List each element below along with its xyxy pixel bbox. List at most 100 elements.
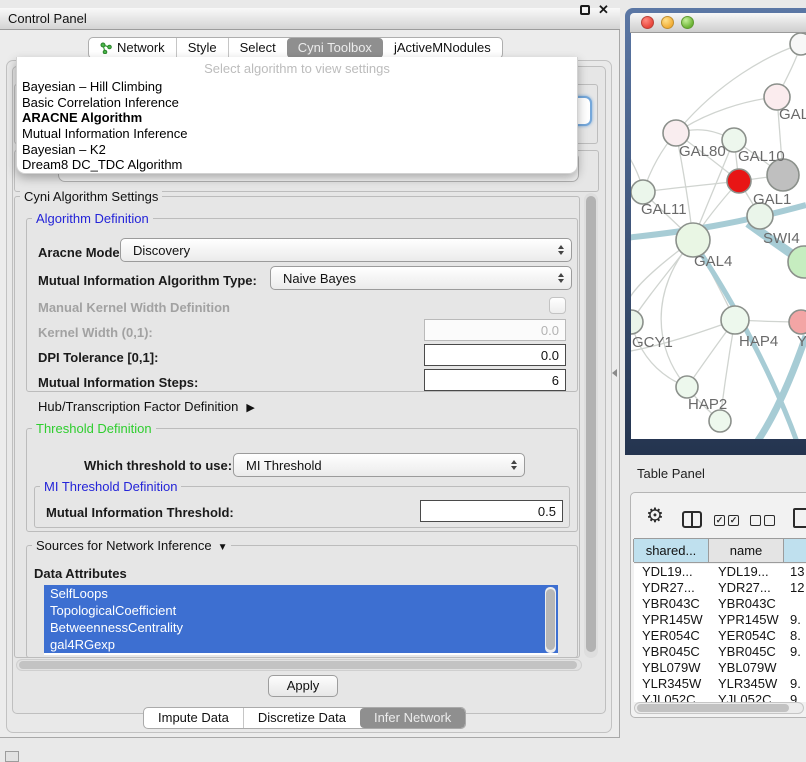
node-label-SWI4: SWI4 bbox=[763, 230, 800, 247]
scrollbar-thumb[interactable] bbox=[586, 196, 596, 652]
unchecked-box-icon bbox=[764, 515, 775, 526]
table-row[interactable]: YBR043CYBR043C bbox=[634, 596, 806, 612]
scrollbar-thumb[interactable] bbox=[19, 661, 577, 669]
attributes-list-scrollbar[interactable] bbox=[545, 587, 556, 653]
attribute-item[interactable]: gal4RGexp bbox=[44, 636, 558, 653]
attribute-item[interactable]: BetweennessCentrality bbox=[44, 619, 558, 636]
mi-threshold-group-title: MI Threshold Definition bbox=[40, 479, 181, 494]
algorithm-option[interactable]: Mutual Information Inference bbox=[17, 126, 577, 142]
float-window-icon[interactable] bbox=[580, 5, 590, 15]
table-row[interactable]: YLR345WYLR345W9. bbox=[634, 676, 806, 692]
dpi-tolerance-field[interactable]: 0.0 bbox=[424, 344, 566, 366]
tab-cyni-toolbox[interactable]: Cyni Toolbox bbox=[287, 38, 383, 58]
tab-impute-data[interactable]: Impute Data bbox=[144, 708, 243, 728]
network-canvas[interactable]: GAL7GAL80GAL10GAL1GAL11SWI4GAL4GCY1HAP4Y… bbox=[631, 33, 806, 439]
node-HAP4[interactable] bbox=[721, 306, 749, 334]
algorithm-option[interactable]: Bayesian – K2 bbox=[17, 142, 577, 158]
table-row[interactable]: YER054CYER054C8. bbox=[634, 628, 806, 644]
network-edge[interactable] bbox=[643, 181, 739, 192]
node-node-top[interactable] bbox=[790, 33, 806, 55]
column-header-2[interactable]: name bbox=[708, 539, 784, 562]
tab-discretize-data[interactable]: Discretize Data bbox=[243, 708, 360, 728]
mi-threshold-field[interactable]: 0.5 bbox=[420, 500, 563, 522]
sources-title-text: Sources for Network Inference bbox=[36, 538, 212, 553]
tab-infer-network[interactable]: Infer Network bbox=[360, 708, 465, 728]
hub-section-toggle[interactable]: Hub/Transcription Factor Definition▶ bbox=[38, 399, 255, 414]
node-GAL4[interactable] bbox=[676, 223, 710, 257]
table-cell: YLR345W bbox=[634, 676, 710, 692]
table-horizontal-scrollbar[interactable] bbox=[634, 702, 804, 714]
dock-panel-icon[interactable] bbox=[5, 751, 19, 762]
table-cell: 9. bbox=[786, 676, 806, 692]
algorithm-option[interactable]: Bayesian – Hill Climbing bbox=[17, 79, 577, 95]
scrollbar-thumb[interactable] bbox=[546, 589, 555, 650]
settings-horizontal-scrollbar[interactable] bbox=[16, 659, 582, 671]
mi-type-label: Mutual Information Algorithm Type: bbox=[38, 273, 257, 288]
node-HAP2[interactable] bbox=[676, 376, 698, 398]
network-edge[interactable] bbox=[757, 336, 806, 439]
deselect-all-columns-icon[interactable] bbox=[750, 515, 775, 526]
table-cell bbox=[786, 660, 806, 676]
network-icon bbox=[100, 42, 112, 54]
table-row[interactable]: YBR045CYBR045C9. bbox=[634, 644, 806, 660]
mi-steps-field[interactable]: 6 bbox=[424, 369, 566, 391]
close-panel-icon[interactable]: ✕ bbox=[598, 2, 609, 18]
table-row[interactable]: YBL079WYBL079W bbox=[634, 660, 806, 676]
column-header-1[interactable]: shared... bbox=[633, 539, 709, 562]
gear-icon[interactable]: ⚙ bbox=[646, 505, 664, 527]
dpi-tolerance-label: DPI Tolerance [0,1]: bbox=[38, 350, 158, 365]
panel-divider-collapse-icon[interactable] bbox=[612, 369, 617, 377]
aracne-mode-combo[interactable]: Discovery bbox=[120, 238, 572, 262]
tab-style[interactable]: Style bbox=[176, 38, 228, 58]
sources-group-title[interactable]: Sources for Network Inference▼ bbox=[32, 538, 231, 553]
node-label-HAP4: HAP4 bbox=[739, 333, 778, 350]
select-all-columns-icon[interactable]: ✓✓ bbox=[714, 515, 739, 526]
node-GCY1[interactable] bbox=[631, 310, 643, 334]
combo-spinner-icon bbox=[558, 245, 564, 255]
tab-jactivemnodules[interactable]: jActiveMNodules bbox=[383, 38, 502, 58]
tab-network[interactable]: Network bbox=[89, 38, 176, 58]
settings-vertical-scrollbar[interactable] bbox=[584, 193, 598, 658]
mi-threshold-label: Mutual Information Threshold: bbox=[46, 505, 234, 520]
scrollbar-thumb[interactable] bbox=[637, 704, 789, 712]
table-cell: YBR045C bbox=[710, 644, 786, 660]
mi-type-combo[interactable]: Naive Bayes bbox=[270, 266, 572, 290]
desktop: Control Panel ✕ NetworkStyleSelectCyni T… bbox=[0, 0, 806, 762]
which-threshold-combo[interactable]: MI Threshold bbox=[233, 453, 525, 477]
table-cell: YBR043C bbox=[710, 596, 786, 612]
window-minimize-button[interactable] bbox=[661, 16, 674, 29]
table-cell: YDR27... bbox=[710, 580, 786, 596]
table-cell: YDL19... bbox=[634, 564, 710, 580]
attribute-item[interactable]: SelfLoops bbox=[44, 585, 558, 602]
algorithm-option[interactable]: ARACNE Algorithm bbox=[17, 110, 577, 126]
collapsed-arrow-icon: ▶ bbox=[246, 401, 254, 414]
algorithm-dropdown-items: Bayesian – Hill ClimbingBasic Correlatio… bbox=[17, 79, 577, 173]
node-label-GAL80: GAL80 bbox=[679, 143, 726, 160]
network-edge[interactable] bbox=[661, 240, 693, 387]
attribute-item[interactable]: TopologicalCoefficient bbox=[44, 602, 558, 619]
table-cell: YPR145W bbox=[710, 612, 786, 628]
table-row[interactable]: YDL19...YDL19...13 bbox=[634, 564, 806, 580]
table-row[interactable]: YJL052CYJL052C9 bbox=[634, 692, 806, 702]
window-close-button[interactable] bbox=[641, 16, 654, 29]
node-node-b[interactable] bbox=[709, 410, 731, 432]
node-node-pink[interactable] bbox=[789, 310, 806, 334]
tab-select[interactable]: Select bbox=[228, 38, 287, 58]
manual-kernel-checkbox[interactable] bbox=[549, 297, 566, 314]
table-row[interactable]: YDR27...YDR27...12 bbox=[634, 580, 806, 596]
aracne-mode-label: Aracne Mode: bbox=[38, 245, 124, 260]
apply-button[interactable]: Apply bbox=[268, 675, 338, 697]
columns-icon[interactable] bbox=[682, 511, 702, 528]
table-cell: 9 bbox=[786, 692, 806, 702]
column-header-3[interactable]: A bbox=[783, 539, 806, 562]
kernel-width-field[interactable]: 0.0 bbox=[424, 319, 566, 341]
table-row[interactable]: YPR145WYPR145W9. bbox=[634, 612, 806, 628]
export-table-icon[interactable] bbox=[793, 508, 806, 528]
algorithm-option[interactable]: Dream8 DC_TDC Algorithm bbox=[17, 157, 577, 173]
window-zoom-button[interactable] bbox=[681, 16, 694, 29]
node-GAL1[interactable] bbox=[727, 169, 751, 193]
algorithm-option[interactable]: Basic Correlation Inference bbox=[17, 95, 577, 111]
tab-label: Network bbox=[117, 38, 165, 58]
tab-label: Cyni Toolbox bbox=[298, 38, 372, 58]
table-cell: YJL052C bbox=[634, 692, 710, 702]
